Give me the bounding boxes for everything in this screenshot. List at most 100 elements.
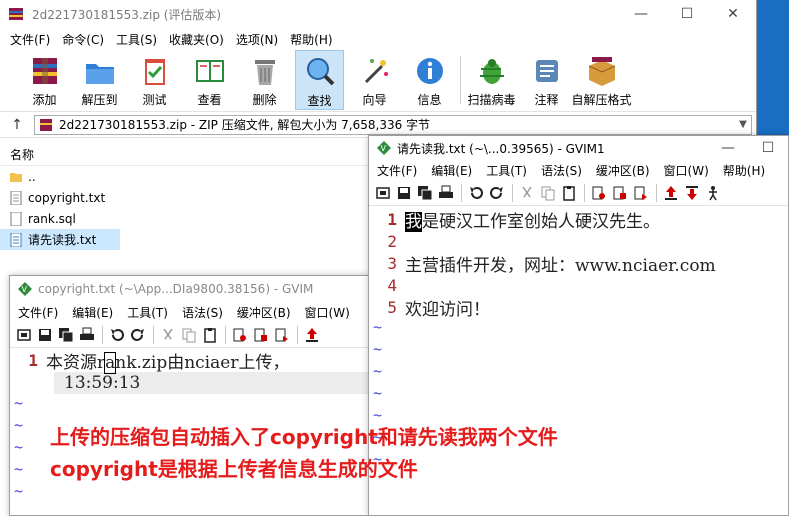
toolbar: 添加 解压到 测试 查看 删除 查找 向导 信息 扫描病毒 注释 自解压格式 <box>0 50 756 112</box>
menu-buffers[interactable]: 缓冲区(B) <box>231 304 299 321</box>
menu-syntax[interactable]: 语法(S) <box>176 304 231 321</box>
magic-wand-icon <box>364 59 388 84</box>
sfx-label: 自解压格式 <box>571 93 632 107</box>
empty-line-marker: ~ <box>373 450 383 468</box>
extract-to-button[interactable]: 解压到 <box>75 50 124 108</box>
load-session-icon[interactable] <box>230 325 250 345</box>
empty-line-marker: ~ <box>373 340 383 358</box>
minimize-button[interactable]: — <box>708 136 748 160</box>
toolbar-separator <box>225 325 226 344</box>
paste-icon[interactable] <box>200 325 220 345</box>
menu-commands[interactable]: 命令(C) <box>56 31 110 48</box>
minimize-button[interactable]: — <box>618 0 664 28</box>
sfx-box-icon <box>588 57 615 86</box>
menu-buffers[interactable]: 缓冲区(B) <box>590 162 658 179</box>
extract-to-label: 解压到 <box>81 93 118 107</box>
window-title: 2d221730181553.zip (评估版本) <box>32 7 222 22</box>
load-session-icon[interactable] <box>589 183 609 203</box>
menu-options[interactable]: 选项(N) <box>230 31 284 48</box>
menu-edit[interactable]: 编辑(E) <box>425 162 480 179</box>
save-all-icon[interactable] <box>415 183 435 203</box>
menu-file[interactable]: 文件(F) <box>371 162 425 179</box>
menu-help[interactable]: 帮助(H) <box>284 31 338 48</box>
print-icon[interactable] <box>77 325 97 345</box>
line-number: 1 <box>387 209 397 229</box>
chevron-down-icon[interactable]: ▼ <box>735 119 751 130</box>
menu-favorites[interactable]: 收藏夹(O) <box>163 31 230 48</box>
scan-virus-button[interactable]: 扫描病毒 <box>467 50 516 108</box>
save-icon[interactable] <box>394 183 414 203</box>
text-cursor: 我 <box>405 211 422 232</box>
menu-tools[interactable]: 工具(T) <box>480 162 535 179</box>
find-button[interactable]: 查找 <box>295 50 344 110</box>
save-all-icon[interactable] <box>56 325 76 345</box>
menu-window[interactable]: 窗口(W) <box>658 162 717 179</box>
save-session-icon[interactable] <box>610 183 630 203</box>
test-label: 测试 <box>142 93 167 107</box>
file-name: rank.sql <box>28 211 76 226</box>
print-icon[interactable] <box>436 183 456 203</box>
cut-icon[interactable] <box>517 183 537 203</box>
menu-bar: 文件(F) 编辑(E) 工具(T) 语法(S) 缓冲区(B) 窗口(W) 帮助(… <box>369 160 788 180</box>
file-name: 请先读我.txt <box>28 233 97 247</box>
menu-tools[interactable]: 工具(T) <box>121 304 176 321</box>
wizard-button[interactable]: 向导 <box>350 50 399 108</box>
menu-syntax[interactable]: 语法(S) <box>535 162 590 179</box>
make-icon[interactable] <box>661 183 681 203</box>
save-icon[interactable] <box>35 325 55 345</box>
menu-tools[interactable]: 工具(S) <box>110 31 163 48</box>
menu-window[interactable]: 窗口(W) <box>299 304 358 321</box>
up-arrow-icon[interactable]: ↑ <box>0 117 34 133</box>
menu-file[interactable]: 文件(F) <box>4 31 56 48</box>
menu-edit[interactable]: 编辑(E) <box>66 304 121 321</box>
wizard-label: 向导 <box>362 93 387 107</box>
run-script-icon[interactable] <box>631 183 651 203</box>
copy-icon[interactable] <box>179 325 199 345</box>
run-script-icon[interactable] <box>272 325 292 345</box>
undo-icon[interactable] <box>466 183 486 203</box>
text-file-icon <box>10 190 22 205</box>
build-icon[interactable] <box>682 183 702 203</box>
paste-icon[interactable] <box>559 183 579 203</box>
line-number: 3 <box>387 253 397 273</box>
empty-line-marker: ~ <box>373 362 383 380</box>
file-name: .. <box>28 169 36 184</box>
open-icon[interactable] <box>14 325 34 345</box>
info-label: 信息 <box>417 93 442 107</box>
sfx-button[interactable]: 自解压格式 <box>572 50 632 108</box>
undo-icon[interactable] <box>107 325 127 345</box>
list-item[interactable]: 请先读我.txt <box>0 229 120 250</box>
delete-button[interactable]: 删除 <box>240 50 289 108</box>
test-button[interactable]: 测试 <box>130 50 179 108</box>
close-button[interactable]: ✕ <box>710 0 756 28</box>
maximize-button[interactable]: ☐ <box>748 136 788 160</box>
magnifier-icon <box>306 58 334 86</box>
view-button[interactable]: 查看 <box>185 50 234 108</box>
vim-app-icon: V <box>18 282 32 296</box>
copy-icon[interactable] <box>538 183 558 203</box>
line-text: 本资源rank.zip由nciaer上传， <box>46 351 290 374</box>
add-button[interactable]: 添加 <box>20 50 69 108</box>
cut-icon[interactable] <box>158 325 178 345</box>
maximize-button[interactable]: ☐ <box>664 0 710 28</box>
text-cursor: a <box>104 351 117 374</box>
editor-line: 2 <box>369 230 788 252</box>
save-session-icon[interactable] <box>251 325 271 345</box>
editor-line: 4 <box>369 274 788 296</box>
make-icon[interactable] <box>302 325 322 345</box>
window-title: 请先读我.txt (~\...0.39565) - GVIM1 <box>397 141 605 156</box>
run-icon[interactable] <box>703 183 723 203</box>
redo-icon[interactable] <box>128 325 148 345</box>
folder-icon <box>10 172 22 182</box>
comment-button[interactable]: 注释 <box>522 50 571 108</box>
menu-help[interactable]: 帮助(H) <box>717 162 773 179</box>
menu-file[interactable]: 文件(F) <box>12 304 66 321</box>
empty-line-marker: ~ <box>14 394 24 412</box>
redo-icon[interactable] <box>487 183 507 203</box>
info-button[interactable]: 信息 <box>405 50 454 108</box>
extract-folder-icon <box>85 64 114 84</box>
empty-line-marker: ~ <box>14 482 24 500</box>
open-icon[interactable] <box>373 183 393 203</box>
address-field[interactable]: 2d221730181553.zip - ZIP 压缩文件, 解包大小为 7,6… <box>34 114 752 135</box>
toolbar-separator <box>102 325 103 344</box>
